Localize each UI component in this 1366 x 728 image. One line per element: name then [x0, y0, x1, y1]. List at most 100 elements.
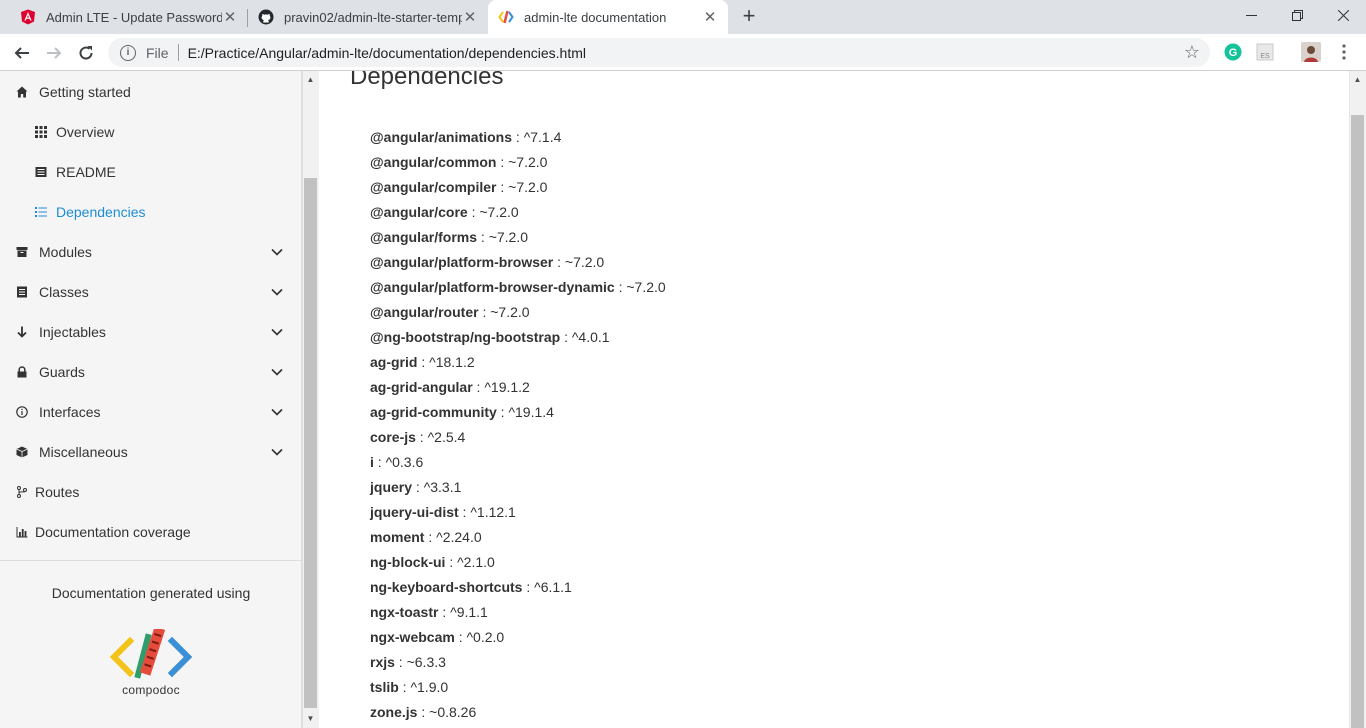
dependency-item: moment : ^2.24.0: [370, 529, 482, 545]
new-tab-button[interactable]: +: [737, 5, 761, 29]
tab-admin-lte-update-password[interactable]: Admin LTE - Update Password ✕: [0, 0, 248, 34]
bookmark-star-icon[interactable]: ☆: [1184, 42, 1200, 63]
dependency-item: ag-grid : ^18.1.2: [370, 354, 475, 370]
info-icon: [15, 405, 29, 419]
dependency-name: ag-grid: [370, 354, 418, 370]
chevron-down-icon[interactable]: [270, 245, 284, 259]
sidebar: Getting started Overview README Dependen…: [0, 71, 302, 728]
dependency-version: ~7.2.0: [626, 279, 666, 295]
dependency-name: rxjs: [370, 654, 395, 670]
chevron-down-icon[interactable]: [270, 285, 284, 299]
sidebar-item-overview[interactable]: Overview: [0, 112, 301, 152]
angular-icon: [20, 9, 36, 25]
grid-icon: [34, 125, 48, 139]
dependency-name: tslib: [370, 679, 399, 695]
dependency-version: ~0.8.26: [429, 704, 477, 720]
dependency-version: ~7.2.0: [508, 179, 548, 195]
sidebar-item-label: Getting started: [39, 84, 131, 100]
close-icon[interactable]: ✕: [462, 9, 478, 26]
sidebar-item-readme[interactable]: README: [0, 152, 301, 192]
back-button[interactable]: [8, 39, 36, 67]
dependency-name: jquery: [370, 479, 413, 495]
archive-icon: [15, 245, 29, 259]
chevron-down-icon[interactable]: [270, 325, 284, 339]
arrow-left-icon: [14, 47, 29, 59]
dependency-version: ~7.2.0: [508, 154, 548, 170]
dependency-item: @angular/compiler : ~7.2.0: [370, 179, 548, 195]
chevron-down-icon[interactable]: [270, 445, 284, 459]
sidebar-item-documentation-coverage[interactable]: Documentation coverage: [0, 512, 301, 552]
tab-github[interactable]: pravin02/admin-lte-starter-temp ✕: [248, 0, 488, 34]
dependency-name: @angular/platform-browser-dynamic: [370, 279, 615, 295]
profile-avatar[interactable]: [1301, 42, 1321, 62]
dependency-version: ^19.1.2: [484, 379, 530, 395]
dependency-name: @angular/compiler: [370, 179, 497, 195]
forward-button[interactable]: [40, 39, 68, 67]
menu-kebab-icon[interactable]: [1334, 42, 1354, 62]
arrow-right-icon: [47, 47, 62, 59]
dependency-item: @angular/platform-browser : ~7.2.0: [370, 254, 605, 270]
sidebar-item-injectables[interactable]: Injectables: [0, 312, 301, 352]
address-divider: [177, 44, 179, 61]
sidebar-item-getting-started[interactable]: Getting started: [0, 72, 301, 112]
main-content: Dependencies @angular/animations : ^7.1.…: [320, 71, 1349, 728]
dependency-item: @angular/core : ~7.2.0: [370, 204, 519, 220]
dependency-item: ngx-webcam : ^0.2.0: [370, 629, 505, 645]
dependency-name: zone.js: [370, 704, 418, 720]
cube-icon: [15, 445, 29, 459]
dependency-name: moment: [370, 529, 425, 545]
sidebar-item-interfaces[interactable]: Interfaces: [0, 392, 301, 432]
scroll-up-arrow-icon[interactable]: ▲: [304, 73, 317, 87]
arrow-down-icon: [15, 325, 29, 339]
dependency-name: ngx-webcam: [370, 629, 455, 645]
info-icon[interactable]: i: [120, 44, 136, 61]
close-window-button[interactable]: [1320, 0, 1366, 30]
dependency-version: ~6.3.3: [406, 654, 446, 670]
reload-button[interactable]: [72, 39, 100, 67]
chevron-down-icon[interactable]: [270, 365, 284, 379]
dependency-name: ngx-toastr: [370, 604, 439, 620]
dependency-item: @angular/router : ~7.2.0: [370, 304, 530, 320]
page-scrollbar-thumb[interactable]: [1351, 115, 1364, 728]
tab-title: admin-lte documentation: [524, 9, 667, 25]
sidebar-item-label: README: [56, 164, 116, 180]
close-icon[interactable]: ✕: [702, 9, 718, 26]
dependency-name: @angular/animations: [370, 129, 513, 145]
dependency-name: jquery-ui-dist: [370, 504, 459, 520]
sidebar-item-miscellaneous[interactable]: Miscellaneous: [0, 432, 301, 472]
sidebar-item-label: Modules: [39, 244, 92, 260]
dependency-item: i : ^0.3.6: [370, 454, 424, 470]
home-icon: [15, 85, 29, 99]
sidebar-item-modules[interactable]: Modules: [0, 232, 301, 272]
dependency-version: ^0.2.0: [466, 629, 505, 645]
close-icon[interactable]: ✕: [222, 9, 238, 26]
address-bar[interactable]: i File E:/Practice/Angular/admin-lte/doc…: [108, 38, 1210, 67]
sidebar-item-routes[interactable]: Routes: [0, 472, 301, 512]
url-text[interactable]: E:/Practice/Angular/admin-lte/documentat…: [188, 45, 586, 61]
routes-icon: [15, 485, 29, 499]
restore-button[interactable]: [1274, 0, 1320, 30]
sidebar-item-guards[interactable]: Guards: [0, 352, 301, 392]
sidebar-item-label: Interfaces: [39, 404, 101, 420]
chevron-down-icon[interactable]: [270, 405, 284, 419]
tab-admin-lte-documentation[interactable]: admin-lte documentation ✕: [488, 0, 728, 34]
sidebar-item-classes[interactable]: Classes: [0, 272, 301, 312]
dependency-version: ^6.1.1: [534, 579, 572, 595]
grammarly-icon[interactable]: G: [1223, 42, 1243, 62]
minimize-button[interactable]: [1228, 0, 1274, 30]
sidebar-item-label: Classes: [39, 284, 89, 300]
dependency-item: rxjs : ~6.3.3: [370, 654, 446, 670]
dependency-item: ag-grid-angular : ^19.1.2: [370, 379, 530, 395]
dependency-name: ag-grid-community: [370, 404, 497, 420]
scroll-up-arrow-icon[interactable]: ▲: [1351, 73, 1364, 87]
page-title: Dependencies: [350, 71, 504, 90]
dependency-item: @angular/animations : ^7.1.4: [370, 129, 562, 145]
sidebar-item-dependencies[interactable]: Dependencies: [0, 192, 301, 232]
es-extension-icon[interactable]: ES: [1255, 42, 1275, 62]
sidebar-item-label: Overview: [56, 124, 115, 140]
sidebar-scrollbar-thumb[interactable]: [304, 178, 317, 708]
scroll-down-arrow-icon[interactable]: ▼: [304, 712, 317, 726]
dependency-version: ^9.1.1: [450, 604, 488, 620]
dependency-name: i: [370, 454, 374, 470]
dependency-item: tslib : ^1.9.0: [370, 679, 449, 695]
